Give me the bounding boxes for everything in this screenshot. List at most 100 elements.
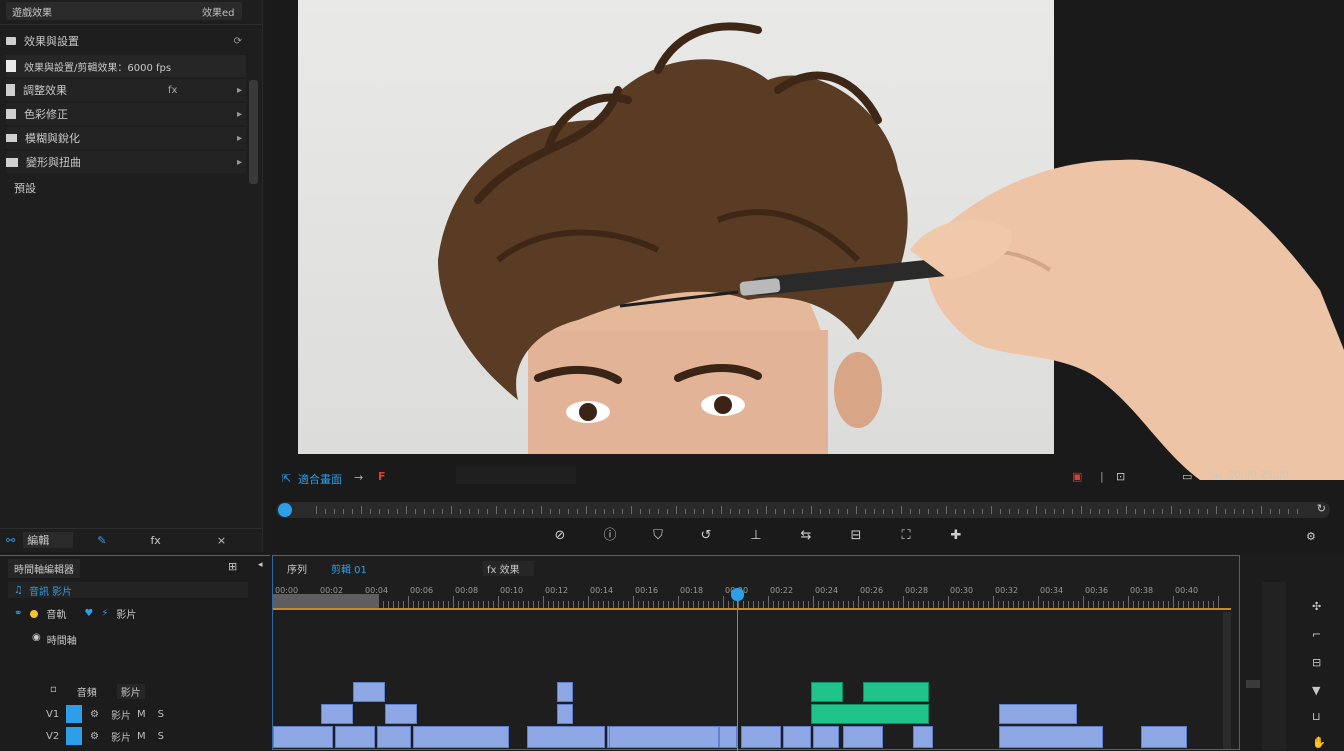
scrub-tick: [442, 509, 443, 514]
track-select-icon[interactable]: ⌐: [1312, 628, 1321, 641]
trim-icon[interactable]: ⊥: [748, 528, 764, 544]
frame-icon[interactable]: ⊡: [1116, 470, 1125, 483]
camera-icon[interactable]: ▣: [1072, 470, 1082, 483]
link-icon[interactable]: ⚯: [6, 534, 15, 547]
clip-video[interactable]: [1141, 726, 1187, 748]
info-icon[interactable]: ⓘ: [602, 528, 618, 544]
fx-button[interactable]: fx: [150, 534, 160, 547]
collapse-icon[interactable]: ◂: [258, 560, 263, 570]
clip-video[interactable]: [843, 726, 883, 748]
fx-icon[interactable]: ⚙: [90, 709, 99, 720]
lock-icon[interactable]: ▫: [50, 684, 57, 699]
bolt-icon[interactable]: ⚡: [101, 608, 108, 619]
play-icon[interactable]: ⇆: [798, 528, 814, 544]
clip-video[interactable]: [999, 704, 1077, 724]
effect-icon: [6, 84, 15, 96]
pen-icon[interactable]: ✎: [97, 534, 106, 547]
clip-video[interactable]: [913, 726, 933, 748]
clip-video[interactable]: [335, 726, 375, 748]
refresh-icon[interactable]: ⟳: [234, 36, 242, 47]
scrub-tick: [865, 509, 866, 514]
timeline-panel: 序列 剪輯 01 fx 效果 00:00 00:02 00:04 00:06 00:08…: [272, 555, 1240, 751]
mute-toggle[interactable]: M: [137, 709, 146, 720]
clip-green[interactable]: [863, 682, 929, 702]
clip-video[interactable]: [999, 726, 1103, 748]
add-icon[interactable]: +: [1212, 470, 1221, 483]
track-v1[interactable]: V1 ⚙ 影片 M S: [0, 704, 268, 724]
audio-icon[interactable]: ♫: [14, 585, 23, 596]
clip-video[interactable]: [413, 726, 509, 748]
link-icon[interactable]: ⚭: [14, 608, 22, 619]
scrubber-bar[interactable]: ↻: [276, 502, 1330, 518]
clip-green[interactable]: [811, 682, 843, 702]
clip-video[interactable]: [741, 726, 781, 748]
effect-item-blur[interactable]: 模糊與銳化 ▸: [6, 127, 246, 149]
track-v2[interactable]: V2 ⚙ 影片 M S: [0, 726, 268, 746]
track-target-toggle[interactable]: [66, 727, 82, 745]
fx-icon[interactable]: ⚙: [90, 731, 99, 742]
loop-icon[interactable]: ↺: [698, 528, 714, 544]
add-icon[interactable]: ✚: [948, 528, 964, 544]
clip-video[interactable]: [377, 726, 411, 748]
effect-item-adjust[interactable]: 調整效果 fx ▸: [6, 79, 246, 101]
frame-icon[interactable]: ⛶: [898, 528, 914, 544]
edit-label[interactable]: 編輯: [23, 532, 74, 548]
hand-icon[interactable]: ✋: [1312, 736, 1326, 749]
clip-video[interactable]: [609, 726, 719, 748]
scrub-tick: [1153, 509, 1154, 514]
step-back-icon[interactable]: ⊘: [552, 528, 568, 544]
ripple-icon[interactable]: ⊟: [1312, 656, 1321, 669]
chevron-right-icon[interactable]: ▸: [237, 157, 242, 168]
item-path-row[interactable]: 效果與設置/剪輯效果：6000 fps: [6, 55, 246, 77]
clip-video[interactable]: [557, 682, 573, 702]
grid-icon[interactable]: ▭: [1182, 470, 1192, 483]
scrollbar[interactable]: [249, 80, 258, 184]
close-icon[interactable]: ×: [217, 534, 226, 547]
clip-video[interactable]: [385, 704, 417, 724]
track-row-2: ◉ 時間軸: [32, 632, 77, 647]
heart-icon[interactable]: ♥: [84, 608, 93, 619]
export-icon[interactable]: ⊟: [848, 528, 864, 544]
track-target-toggle[interactable]: [66, 705, 82, 723]
marker-icon[interactable]: ⛉: [650, 528, 666, 544]
mute-toggle[interactable]: M: [137, 731, 146, 742]
fit-icon[interactable]: ⇱: [282, 472, 291, 485]
record-badge[interactable]: F: [378, 470, 386, 483]
clip-video[interactable]: [783, 726, 811, 748]
clip-video[interactable]: [557, 704, 573, 724]
loop-icon[interactable]: ↻: [1317, 502, 1326, 515]
solo-toggle[interactable]: S: [158, 709, 164, 720]
search-bar[interactable]: 遊戲效果 效果ed: [6, 2, 242, 20]
clip-video[interactable]: [813, 726, 839, 748]
select-tool-icon[interactable]: ✣: [1312, 600, 1321, 613]
scrub-tick: [901, 506, 902, 514]
presets-label[interactable]: 預設: [14, 180, 36, 196]
slip-icon[interactable]: ⊔: [1312, 710, 1321, 723]
razor-icon[interactable]: ▼: [1312, 684, 1320, 697]
timeline-title[interactable]: 時間軸編輯器: [8, 559, 80, 578]
clip-green[interactable]: [811, 704, 929, 724]
scrub-tick: [496, 506, 497, 514]
track-header-audio: 音頻: [76, 688, 97, 699]
settings-icon[interactable]: ⚙: [1306, 530, 1316, 543]
search-input[interactable]: 效果ed: [202, 4, 235, 19]
eye-icon[interactable]: ◉: [32, 632, 41, 647]
section-header[interactable]: 效果與設置 ⟳: [6, 30, 246, 52]
chevron-right-icon[interactable]: ▸: [237, 85, 242, 96]
panel-menu-icon[interactable]: ⊞: [228, 560, 237, 573]
timeline-scrollbar[interactable]: [1223, 612, 1231, 749]
clip-video[interactable]: [273, 726, 333, 748]
solo-toggle[interactable]: S: [158, 731, 164, 742]
effect-item-color[interactable]: 色彩修正 ▸: [6, 103, 246, 125]
fit-dropdown[interactable]: 適合畫面: [298, 471, 342, 487]
chevron-right-icon[interactable]: ▸: [237, 109, 242, 120]
scrub-tick: [937, 509, 938, 514]
mini-scroll[interactable]: [1246, 680, 1260, 688]
clip-video[interactable]: [353, 682, 385, 702]
chevron-right-icon[interactable]: ▸: [237, 133, 242, 144]
clip-video[interactable]: [527, 726, 605, 748]
clip-video[interactable]: [321, 704, 353, 724]
playhead-handle[interactable]: [278, 503, 292, 517]
effect-item-distort[interactable]: 變形與扭曲 ▸: [6, 151, 246, 173]
clip-video[interactable]: [719, 726, 737, 748]
